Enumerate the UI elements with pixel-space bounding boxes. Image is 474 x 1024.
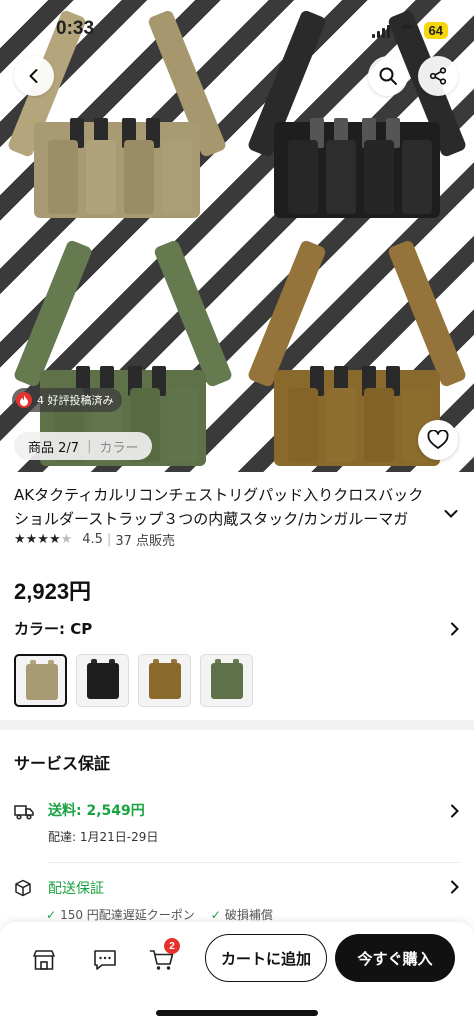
rating-row[interactable]: ★★★★★ 4.5 | 37 点販売 <box>14 530 175 549</box>
search-icon <box>379 67 397 85</box>
image-counter-text: 商品 2/7 <box>28 440 80 456</box>
chevron-left-icon <box>29 69 38 83</box>
guarantee-item: ✓ 150 円配達遅延クーポン <box>46 906 195 923</box>
review-badge: 4 好評投稿済み <box>12 388 122 412</box>
color-tab-label[interactable]: カラー <box>99 437 138 456</box>
color-selector-row[interactable]: カラー: CP <box>14 618 460 639</box>
sold-count: 37 点販売 <box>115 534 176 549</box>
chevron-right-icon <box>451 880 459 894</box>
guarantee-items: ✓ 150 円配達遅延クーポン ✓ 破損補償 <box>46 906 273 923</box>
chevron-down-icon <box>444 510 458 518</box>
truck-icon <box>14 805 34 820</box>
wifi-icon <box>397 24 416 37</box>
guarantee-item-text: 150 円配達遅延クーポン <box>60 908 195 922</box>
favorite-button[interactable] <box>418 420 458 460</box>
chevron-right-icon <box>451 804 459 818</box>
rating-value: 4.5 <box>82 532 103 547</box>
product-title: AKタクティカルリコンチェストリグパッド入りクロスバックショルダーストラップ３つ… <box>14 486 424 528</box>
selected-color-label: カラー: CP <box>14 620 93 638</box>
chat-button[interactable] <box>91 946 119 974</box>
row-divider <box>48 862 460 863</box>
delivery-guarantee-label: 配送保証 <box>48 881 104 897</box>
buy-now-button[interactable]: 今すぐ購入 <box>335 934 455 982</box>
battery-indicator: 64 <box>423 22 448 39</box>
back-button[interactable] <box>14 56 54 96</box>
bottom-action-bar: 2 カートに追加 今すぐ購入 <box>0 922 474 1024</box>
shipping-fee: 送料: 2,549円 <box>48 803 145 819</box>
cart-count-badge: 2 <box>164 938 180 954</box>
search-button[interactable] <box>368 56 408 96</box>
home-indicator <box>156 1010 318 1016</box>
product-price: 2,923円 <box>14 579 92 604</box>
section-divider <box>0 720 474 730</box>
product-image-multicam <box>6 9 228 224</box>
store-icon <box>33 950 55 970</box>
share-icon <box>429 67 447 85</box>
check-icon: ✓ <box>46 907 57 922</box>
rating-separator: | <box>106 532 112 547</box>
box-icon <box>15 879 31 897</box>
service-guarantee-title: サービス保証 <box>14 754 111 773</box>
status-time: 0:33 <box>56 18 95 39</box>
expand-title-button[interactable] <box>444 504 458 523</box>
guarantee-item: ✓ 破損補償 <box>211 906 273 923</box>
swatch-multicam[interactable] <box>14 654 67 707</box>
signal-icon <box>371 24 390 38</box>
color-swatches <box>14 654 253 707</box>
cart-button[interactable]: 2 <box>148 938 180 974</box>
product-image-gallery[interactable]: 0:33 64 4 好評投稿済み 商品 2/7 | カラー <box>0 0 474 472</box>
delivery-date: 配達: 1月21日-29日 <box>48 830 159 844</box>
star-rating-icon: ★★★★★ <box>14 532 73 547</box>
share-button[interactable] <box>418 56 458 96</box>
swatch-black[interactable] <box>76 654 129 707</box>
swatch-coyote[interactable] <box>138 654 191 707</box>
chat-icon <box>94 950 116 970</box>
store-button[interactable] <box>30 946 58 974</box>
status-icons: 64 <box>371 22 448 39</box>
image-counter[interactable]: 商品 2/7 | カラー <box>14 432 153 460</box>
fire-icon <box>16 392 32 408</box>
guarantee-item-text: 破損補償 <box>224 908 273 922</box>
product-image-black <box>246 9 468 224</box>
add-to-cart-button[interactable]: カートに追加 <box>205 934 327 982</box>
check-icon: ✓ <box>210 907 221 922</box>
counter-separator: | <box>87 438 92 454</box>
heart-icon <box>427 430 449 449</box>
swatch-olive[interactable] <box>200 654 253 707</box>
review-badge-text: 4 好評投稿済み <box>37 394 114 407</box>
chevron-right-icon <box>451 622 459 635</box>
